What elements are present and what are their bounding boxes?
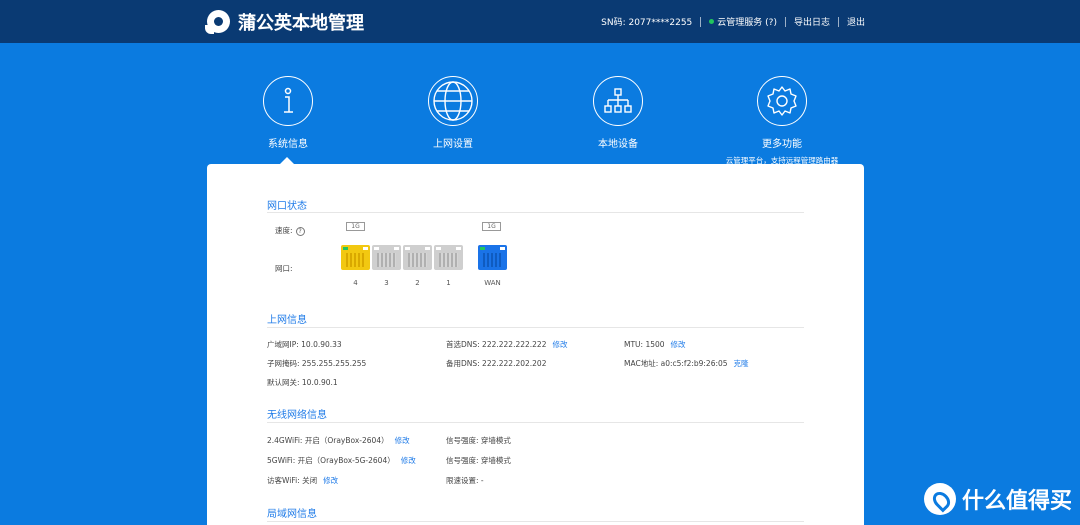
app-title: 蒲公英本地管理 [238,13,364,34]
mtu: MTU: 1500 [624,340,665,349]
divider [837,16,839,27]
wifi24-row: 2.4GWiFi: 开启（OrayBox-2604） 修改 [267,435,410,446]
port-slot [346,253,365,267]
wan-port [478,245,507,270]
section-title-lan-info: 局域网信息 [267,509,317,520]
mac-address: MAC地址: a0:c5:f2:b9:26:05 [624,359,728,368]
wan-ip: 广域网IP: 10.0.90.33 [267,340,342,349]
default-gateway: 默认网关: 10.0.90.1 [267,378,338,387]
status-dot-icon [709,19,715,24]
section-title-wireless-info: 无线网络信息 [267,410,327,421]
cloud-service-link[interactable]: 云管理服务 (?) [717,15,777,28]
serial-number: SN码: 2077****2255 [601,18,693,28]
lan-speed-badge: 1G [346,222,365,231]
signal-strength-5: 信号强度: 穿墙模式 [446,456,511,465]
logout-link[interactable]: 退出 [847,15,865,28]
wifi24-status: 2.4GWiFi: 开启（OrayBox-2604） [267,436,389,445]
link-led [405,247,410,250]
lan-port-3 [372,245,401,270]
port-slot [439,253,458,267]
watermark-text: 什么值得买 [961,489,1072,514]
help-icon[interactable]: ? [295,226,305,236]
activity-led [456,247,461,250]
main-card: 网口状态 速度:? 1G 1G 网口: 4 3 2 1 WAN 上网信息 广域网… [207,164,864,525]
lan-port-1 [434,245,463,270]
port-number: 1 [446,279,451,287]
active-tab-pointer [280,157,294,164]
signal-strength-24: 信号强度: 穿墙模式 [446,436,511,445]
lan-port-4 [341,245,370,270]
globe-icon [428,76,478,126]
primary-dns: 首选DNS: 222.222.222.222 [446,340,547,349]
port-number: WAN [484,279,501,287]
top-bar: 蒲公英本地管理 SN码: 2077****2255 云管理服务 (?) 导出日志… [0,0,1080,43]
edit-dns-link[interactable]: 修改 [552,340,567,349]
secondary-dns: 备用DNS: 222.222.202.202 [446,359,547,368]
link-led [343,247,348,250]
section-divider [267,327,804,328]
top-nav: SN码: 2077****2255 云管理服务 (?) 导出日志 退出 [601,15,865,28]
wifi5-status: 5GWiFi: 开启（OrayBox-5G-2604） [267,456,395,465]
tab-more-features[interactable]: 更多功能 云管理平台，支持远程管理路由器 [712,76,852,166]
tab-label: 系统信息 [268,139,308,150]
export-log-link[interactable]: 导出日志 [794,15,830,28]
link-led [374,247,379,250]
tab-local-devices[interactable]: 本地设备 [548,76,688,150]
subnet-mask: 子网掩码: 255.255.255.255 [267,359,367,368]
activity-led [500,247,505,250]
port-slot [377,253,396,267]
port-number: 4 [353,279,358,287]
mac-row: MAC地址: a0:c5:f2:b9:26:05 克隆 [624,358,749,369]
wifi5-row: 5GWiFi: 开启（OrayBox-5G-2604） 修改 [267,455,416,466]
activity-led [363,247,368,250]
primary-dns-row: 首选DNS: 222.222.222.222 修改 [446,339,567,350]
tab-internet-settings[interactable]: 上网设置 [383,76,523,150]
section-divider [267,212,804,213]
activity-led [425,247,430,250]
tab-label: 更多功能 [762,139,802,150]
wan-speed-badge: 1G [482,222,501,231]
watermark: 什么值得买 [923,483,1072,515]
tab-label: 上网设置 [433,139,473,150]
divider [700,16,702,27]
link-led [480,247,485,250]
edit-mtu-link[interactable]: 修改 [671,340,686,349]
network-tree-icon [593,76,643,126]
tab-label: 本地设备 [598,139,638,150]
logo-tail [205,25,214,34]
port-slot [408,253,427,267]
speed-label: 速度:? [275,225,305,236]
section-title-internet-info: 上网信息 [267,315,307,326]
port-label: 网口: [275,264,293,273]
edit-guest-wifi-link[interactable]: 修改 [323,476,338,485]
guest-wifi-status: 访客WiFi: 关闭 [267,476,318,485]
activity-led [394,247,399,250]
link-led [436,247,441,250]
mtu-row: MTU: 1500 修改 [624,339,686,350]
edit-wifi24-link[interactable]: 修改 [395,436,410,445]
info-icon [263,76,313,126]
port-slot [483,253,502,267]
divider [784,16,786,27]
guest-wifi-row: 访客WiFi: 关闭 修改 [267,475,338,486]
edit-wifi5-link[interactable]: 修改 [401,456,416,465]
tab-system-info[interactable]: 系统信息 [218,76,358,150]
port-number: 3 [384,279,389,287]
smzdm-logo-icon [923,483,956,515]
speed-limit: 限速设置: - [446,476,484,485]
clone-mac-link[interactable]: 克隆 [734,359,749,368]
port-number: 2 [415,279,420,287]
gear-icon [757,76,807,126]
section-divider [267,521,804,522]
section-title-port-status: 网口状态 [267,201,307,212]
lan-port-2 [403,245,432,270]
section-divider [267,422,804,423]
